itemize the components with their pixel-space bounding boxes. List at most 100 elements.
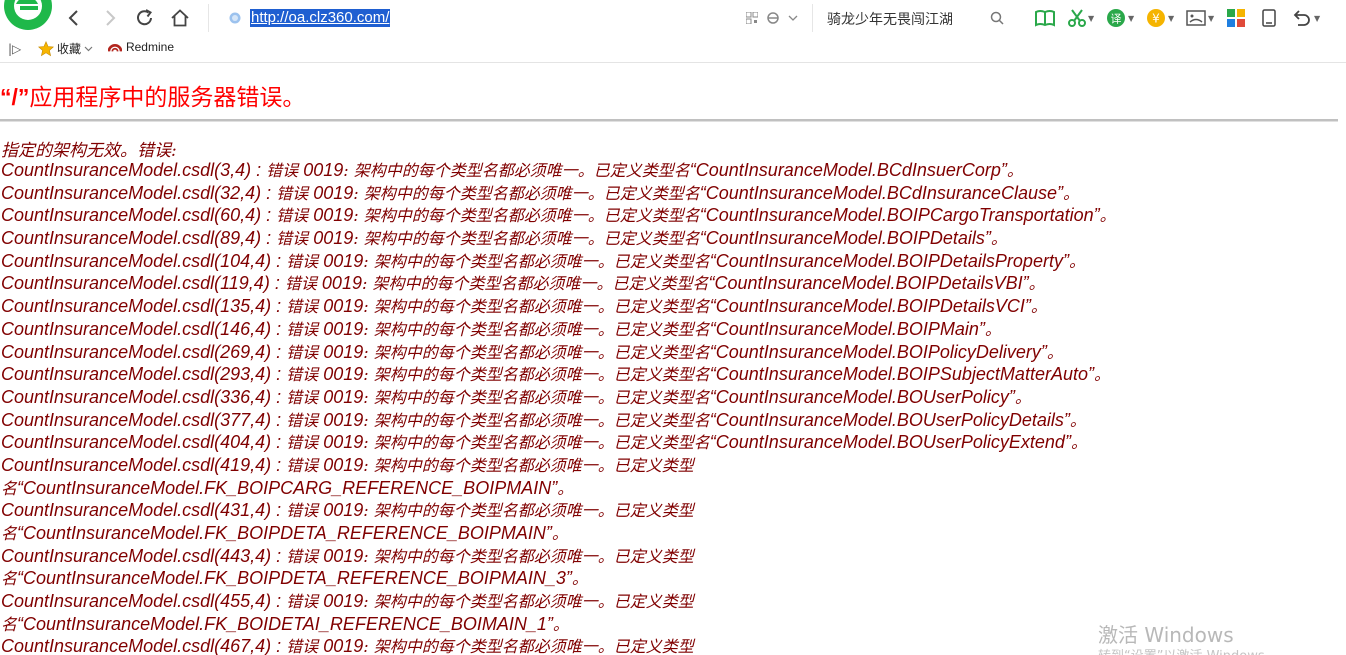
address-bar[interactable]: http://oa.clz360.com/ bbox=[208, 4, 808, 32]
bookmark-redmine[interactable]: Redmine bbox=[108, 40, 174, 54]
error-file: CountInsuranceModel.csdl(60,4) : bbox=[1, 205, 277, 226]
favorites-menu[interactable]: 收藏 bbox=[38, 40, 93, 57]
error-line: CountInsuranceModel.csdl(431,4) : 错误 001… bbox=[1, 499, 1116, 522]
reading-button[interactable] bbox=[1035, 7, 1055, 29]
error-message: : 架构中的每个类型名都必须唯一。已定义类型 bbox=[363, 546, 694, 566]
error-label: 错误 bbox=[286, 637, 324, 655]
error-label: 错误 bbox=[276, 206, 314, 226]
error-code: 0019 bbox=[313, 182, 354, 203]
error-type-name: “CountInsuranceModel.BOUserPolicyExtend” bbox=[709, 432, 1071, 453]
error-end: 。 bbox=[1014, 387, 1031, 407]
error-message: : 架构中的每个类型名都必须唯一。已定义类型名 bbox=[353, 183, 700, 203]
translate-button[interactable]: 译 ▼ bbox=[1106, 7, 1134, 29]
tablet-icon bbox=[1262, 9, 1276, 27]
undo-button[interactable]: ▼ bbox=[1292, 7, 1320, 29]
refresh-button[interactable] bbox=[133, 6, 157, 30]
error-code: 0019 bbox=[321, 273, 362, 294]
error-file: CountInsuranceModel.csdl(89,4) : bbox=[1, 228, 277, 249]
error-line: CountInsuranceModel.csdl(467,4) : 错误 001… bbox=[1, 635, 1116, 655]
error-label: 错误 bbox=[276, 183, 314, 203]
search-input[interactable]: 骑龙少年无畏闯江湖 bbox=[827, 9, 953, 29]
home-button[interactable] bbox=[168, 6, 192, 30]
error-file: CountInsuranceModel.csdl(377,4) : bbox=[1, 409, 287, 430]
error-message: : 架构中的每个类型名都必须唯一。已定义类型名 bbox=[353, 206, 700, 226]
error-message: : 架构中的每个类型名都必须唯一。已定义类型 bbox=[363, 637, 694, 655]
error-message: : 架构中的每个类型名都必须唯一。已定义类型名 bbox=[361, 274, 709, 294]
error-message: 名 bbox=[1, 478, 18, 498]
search-icon[interactable] bbox=[990, 11, 1004, 25]
error-line: CountInsuranceModel.csdl(32,4) : 错误 0019… bbox=[1, 182, 1116, 205]
error-type-name: “CountInsuranceModel.BOIPDetailsProperty… bbox=[709, 250, 1069, 271]
error-label: 错误 bbox=[284, 274, 322, 294]
error-line: CountInsuranceModel.csdl(419,4) : 错误 001… bbox=[1, 454, 1116, 477]
error-label: 错误 bbox=[286, 365, 324, 385]
error-message: : 架构中的每个类型名都必须唯一。已定义类型名 bbox=[363, 433, 710, 453]
error-label: 错误 bbox=[286, 319, 324, 339]
refresh-icon bbox=[137, 9, 152, 26]
error-type-name: “CountInsuranceModel.FK_BOIPDETA_REFEREN… bbox=[17, 523, 552, 543]
error-message: : 架构中的每个类型名都必须唯一。已定义类型 bbox=[363, 592, 694, 612]
error-file: CountInsuranceModel.csdl(455,4) : bbox=[1, 591, 287, 612]
apps-button[interactable] bbox=[1227, 7, 1245, 29]
error-line: CountInsuranceModel.csdl(336,4) : 错误 001… bbox=[1, 386, 1116, 409]
error-message: : 架构中的每个类型名都必须唯一。已定义类型名 bbox=[363, 365, 710, 385]
error-label: 错误 bbox=[286, 410, 324, 430]
error-type-name: “CountInsuranceModel.BOIPMain” bbox=[709, 318, 985, 339]
error-message: : 架构中的每个类型名都必须唯一。已定义类型名 bbox=[363, 251, 710, 271]
error-type-name: “CountInsuranceModel.BCdInsuerCorp” bbox=[689, 160, 1007, 180]
title-text: 应用程序中的服务器错误。 bbox=[29, 85, 306, 111]
ie-mode-icon[interactable] bbox=[766, 11, 780, 25]
error-end: 。 bbox=[552, 614, 569, 634]
error-type-name: “CountInsuranceModel.BOIPSubjectMatterAu… bbox=[709, 364, 1094, 385]
error-line: 名“CountInsuranceModel.FK_BOIPDETA_REFERE… bbox=[1, 567, 1116, 590]
forward-icon bbox=[106, 10, 116, 26]
error-label: 错误 bbox=[286, 455, 324, 475]
undo-icon bbox=[1293, 10, 1310, 26]
chevron-down-icon[interactable] bbox=[788, 14, 798, 22]
error-code: 0019 bbox=[323, 591, 364, 612]
error-label: 错误 bbox=[266, 161, 304, 180]
error-file: CountInsuranceModel.csdl(269,4) : bbox=[1, 341, 287, 362]
error-line: CountInsuranceModel.csdl(135,4) : 错误 001… bbox=[1, 295, 1116, 318]
sidebar-icon[interactable]: |▷ bbox=[8, 42, 21, 56]
error-type-name: “CountInsuranceModel.FK_BOIPCARG_REFEREN… bbox=[17, 477, 558, 498]
error-end: 。 bbox=[557, 478, 574, 498]
error-end: 。 bbox=[1070, 433, 1087, 453]
error-line: CountInsuranceModel.csdl(104,4) : 错误 001… bbox=[1, 250, 1116, 273]
error-label: 错误 bbox=[286, 297, 324, 317]
search-box[interactable]: 骑龙少年无畏闯江湖 bbox=[812, 4, 1018, 32]
error-line: CountInsuranceModel.csdl(3,4) : 错误 0019:… bbox=[1, 159, 1116, 182]
error-type-name: “CountInsuranceModel.BOIPolicyDelivery” bbox=[709, 341, 1047, 362]
error-code: 0019 bbox=[313, 205, 354, 226]
error-line: CountInsuranceModel.csdl(404,4) : 错误 001… bbox=[1, 431, 1116, 454]
error-end: 。 bbox=[1028, 274, 1045, 294]
address-url[interactable]: http://oa.clz360.com/ bbox=[250, 9, 391, 27]
globe-icon bbox=[229, 12, 241, 24]
error-line: CountInsuranceModel.csdl(443,4) : 错误 001… bbox=[1, 545, 1116, 568]
svg-text:¥: ¥ bbox=[1152, 12, 1160, 26]
error-message: : 架构中的每个类型名都必须唯一。已定义类型名 bbox=[353, 229, 700, 249]
qr-code-icon[interactable] bbox=[746, 12, 758, 24]
error-end: 。 bbox=[990, 229, 1007, 249]
error-code: 0019 bbox=[323, 364, 364, 385]
error-file: CountInsuranceModel.csdl(336,4) : bbox=[1, 386, 287, 407]
forward-button[interactable] bbox=[98, 6, 122, 30]
tablet-mode-button[interactable] bbox=[1262, 7, 1276, 29]
browser-logo-icon[interactable] bbox=[2, 0, 52, 36]
browser-toolbar: http://oa.clz360.com/ 骑龙少年无畏闯江湖 ▼ 译 ▼ ¥ … bbox=[0, 0, 1346, 36]
bookmarks-bar: |▷ 收藏 Redmine bbox=[0, 36, 1346, 63]
screenshot-button[interactable]: ▼ bbox=[1068, 7, 1094, 29]
error-end: 。 bbox=[1068, 251, 1085, 271]
error-label: 错误 bbox=[286, 592, 324, 612]
back-button[interactable] bbox=[62, 6, 86, 30]
error-type-name: “CountInsuranceModel.BOUserPolicyDetails… bbox=[709, 409, 1070, 430]
error-end: 。 bbox=[984, 319, 1001, 339]
error-end: 。 bbox=[571, 569, 588, 589]
error-type-name: “CountInsuranceModel.FK_BOIDETAI_REFEREN… bbox=[17, 613, 553, 634]
page-title: “/”应用程序中的服务器错误。 bbox=[0, 78, 305, 112]
title-quote: “/” bbox=[0, 84, 30, 110]
coupon-button[interactable]: ¥ ▼ bbox=[1146, 7, 1174, 29]
error-type-name: “CountInsuranceModel.BOIPDetailsVBI” bbox=[708, 273, 1029, 294]
image-button[interactable]: ▼ bbox=[1186, 7, 1214, 29]
error-code: 0019 bbox=[323, 409, 364, 430]
